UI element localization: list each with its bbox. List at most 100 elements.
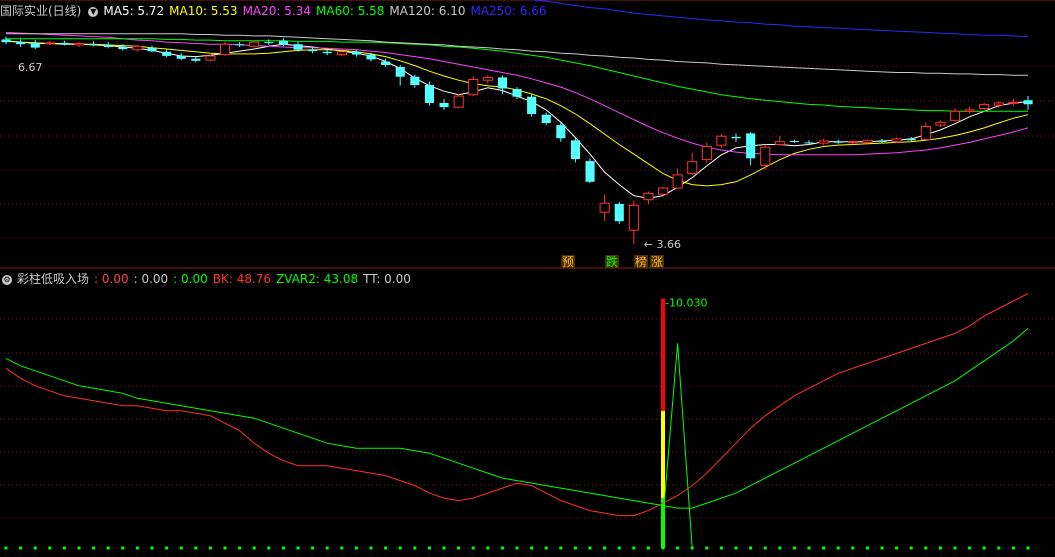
tt-dot <box>121 546 125 550</box>
candle <box>351 49 361 57</box>
tt-dot <box>150 546 154 550</box>
indicator-value-4: ZVAR2: 43.08 <box>276 272 359 286</box>
candle-body <box>818 140 829 144</box>
candle <box>482 75 493 84</box>
tt-dot <box>573 546 577 550</box>
chart-window: 6.67 ← 3.66 预 跌 榜涨 -10.030 国际实业(日线) ▼ MA5: 5.72… <box>0 0 1055 557</box>
candle-body <box>453 95 464 108</box>
candle-body <box>366 54 376 60</box>
ma-value-3: MA60: 5.58 <box>316 4 385 18</box>
signal-label-2: 榜 <box>635 254 647 269</box>
candle-body <box>979 103 990 110</box>
candle-body <box>716 135 727 146</box>
candle-body <box>920 126 931 141</box>
tt-dot <box>836 546 840 550</box>
candle-body <box>293 44 303 50</box>
tt-dot <box>690 546 694 550</box>
tt-dot <box>106 546 110 550</box>
candle <box>176 53 186 61</box>
candle <box>746 132 756 166</box>
candle <box>716 134 727 148</box>
candle <box>950 108 961 122</box>
candle-body <box>672 174 683 189</box>
candle-body <box>322 51 332 54</box>
candle <box>205 54 216 62</box>
candle <box>789 139 799 144</box>
candle-body <box>220 43 231 56</box>
tt-dot <box>4 546 8 550</box>
candle <box>979 102 990 110</box>
tt-dot <box>19 546 23 550</box>
candle <box>731 133 741 142</box>
indicator-value-0: : 0.00 <box>94 272 129 286</box>
candle <box>964 107 975 114</box>
tt-dot <box>938 546 942 550</box>
candle <box>614 201 624 224</box>
chevron-down-icon[interactable]: ▼ <box>88 6 99 17</box>
tt-dot <box>311 546 315 550</box>
candle <box>322 49 332 56</box>
candle-body <box>847 141 858 144</box>
candle <box>44 40 55 46</box>
tt-dot <box>763 546 767 550</box>
candle-body <box>44 42 55 45</box>
candle-body <box>103 44 113 47</box>
tt-dot <box>822 546 826 550</box>
candle-body <box>497 77 507 89</box>
candle <box>585 158 595 184</box>
candle <box>541 112 551 126</box>
ma-value-5: MA250: 6.66 <box>470 4 547 18</box>
tt-dot <box>194 546 198 550</box>
ma-line-ma5 <box>5 40 1029 199</box>
candle <box>308 47 318 54</box>
candle-body <box>993 102 1004 106</box>
tt-dot <box>880 546 884 550</box>
tt-dot <box>792 546 796 550</box>
tt-dot <box>1011 546 1015 550</box>
ma-line-ma120 <box>6 33 1028 76</box>
candle <box>30 40 40 50</box>
series-line-zvar2 <box>5 328 1029 509</box>
signal-label-0: 预 <box>562 255 574 269</box>
tt-dot <box>749 546 753 550</box>
candle-body <box>410 76 420 85</box>
candle-body <box>964 109 975 112</box>
peak-value-label: -10.030 <box>665 296 707 309</box>
candle <box>1023 96 1033 110</box>
candle <box>1 36 11 45</box>
main-chart-header: 国际实业(日线) ▼ MA5: 5.72 MA10: 5.53 MA20: 5.34 MA… <box>0 2 557 20</box>
signal-label-1: 跌 <box>606 254 618 269</box>
indicator-value-2: : 0.00 <box>173 272 208 286</box>
tt-dot <box>544 546 548 550</box>
tt-dot <box>369 546 373 550</box>
candle-body <box>308 49 318 52</box>
candle <box>643 191 654 204</box>
candle-body <box>89 44 99 46</box>
candle <box>935 120 946 128</box>
candle-body <box>30 42 40 48</box>
candle <box>249 40 260 48</box>
tt-dot <box>982 546 986 550</box>
candle <box>424 81 434 106</box>
settings-icon[interactable]: ⚙ <box>2 274 12 285</box>
tt-dot <box>617 546 621 550</box>
candle-body <box>59 42 69 45</box>
tt-dot <box>559 546 563 550</box>
candle-body <box>351 51 361 55</box>
candle-body <box>1008 101 1019 104</box>
tt-dot <box>92 546 96 550</box>
candle <box>395 64 405 86</box>
tt-dot <box>486 546 490 550</box>
tt-dot <box>398 546 402 550</box>
tt-dot <box>924 546 928 550</box>
candle-body <box>643 193 654 201</box>
tt-dot <box>646 546 650 550</box>
indicator-value-1: : 0.00 <box>133 272 169 286</box>
tt-dot <box>1026 546 1030 550</box>
tt-dot <box>851 546 855 550</box>
candle <box>658 186 669 197</box>
candle <box>760 144 771 170</box>
tt-dot <box>588 546 592 550</box>
main-chart-ma-values: MA5: 5.72 MA10: 5.53 MA20: 5.34 MA60: 5.58 M… <box>103 4 551 18</box>
candle-body <box>774 141 785 145</box>
